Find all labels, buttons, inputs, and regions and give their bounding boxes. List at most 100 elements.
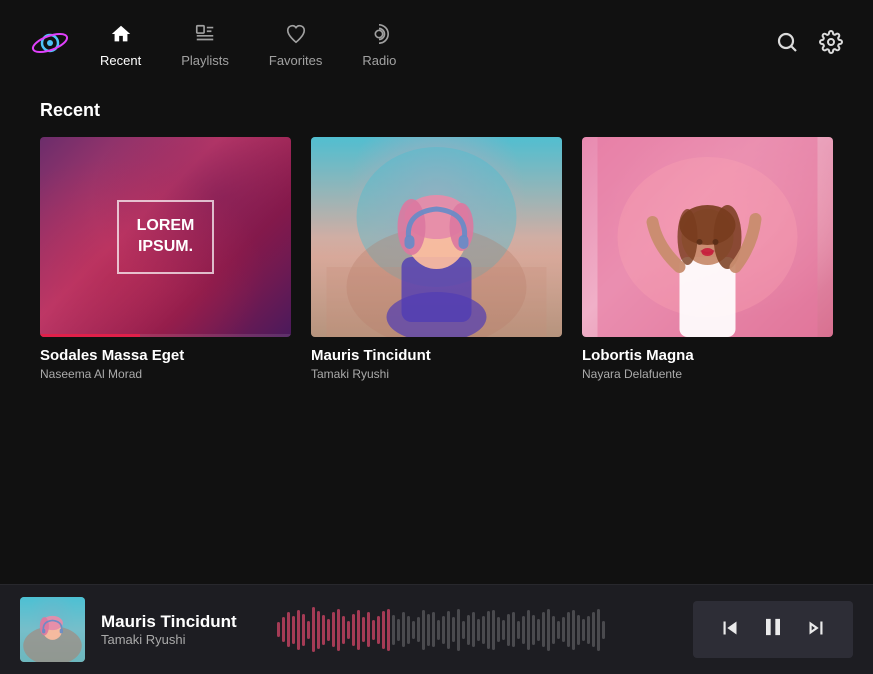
nav-item-playlists[interactable]: Playlists: [181, 23, 229, 68]
waveform-bar-9: [322, 615, 325, 645]
waveform-bar-45: [502, 620, 505, 640]
nav-right: [775, 30, 843, 60]
waveform-bar-5: [302, 614, 305, 646]
main-content: Recent LOREMIPSUM. Sodales Massa Eget Na…: [0, 90, 873, 584]
card-1-artist: Naseema Al Morad: [40, 367, 291, 381]
waveform-bar-28: [417, 617, 420, 642]
player-thumbnail: [20, 597, 85, 662]
waveform-bar-51: [532, 615, 535, 645]
app-container: Recent Playlists Favorites Radio: [0, 0, 873, 674]
waveform-bar-29: [422, 610, 425, 650]
cards-row: LOREMIPSUM. Sodales Massa Eget Naseema A…: [40, 137, 833, 381]
waveform-bar-38: [467, 615, 470, 645]
waveform-bar-25: [402, 612, 405, 647]
waveform-bar-10: [327, 619, 330, 641]
player-bar: Mauris Tincidunt Tamaki Ryushi: [0, 584, 873, 674]
waveform-bar-58: [567, 612, 570, 647]
waveform-bar-36: [457, 609, 460, 651]
search-button[interactable]: [775, 30, 799, 60]
player-info: Mauris Tincidunt Tamaki Ryushi: [101, 612, 237, 647]
nav-playlists-label: Playlists: [181, 53, 229, 68]
waveform-bar-26: [407, 616, 410, 644]
waveform-bar-42: [487, 611, 490, 649]
waveform-bar-23: [392, 615, 395, 645]
nav-item-radio[interactable]: Radio: [362, 23, 396, 68]
nav-radio-label: Radio: [362, 53, 396, 68]
playlists-icon: [194, 23, 216, 49]
nav-item-recent[interactable]: Recent: [100, 23, 141, 68]
next-button[interactable]: [803, 615, 829, 645]
card-2-image: [311, 137, 562, 337]
progress-line: [40, 334, 291, 337]
waveform-bar-11: [332, 612, 335, 647]
card-2[interactable]: Mauris Tincidunt Tamaki Ryushi: [311, 137, 562, 381]
waveform-bar-55: [552, 616, 555, 644]
player-track-artist: Tamaki Ryushi: [101, 632, 237, 647]
card-3-artist: Nayara Delafuente: [582, 367, 833, 381]
nav-item-favorites[interactable]: Favorites: [269, 23, 322, 68]
settings-button[interactable]: [819, 30, 843, 60]
waveform-bar-39: [472, 612, 475, 647]
waveform-bar-32: [437, 620, 440, 640]
waveform-bar-59: [572, 610, 575, 650]
logo: [30, 23, 70, 68]
home-icon: [110, 23, 132, 49]
card-1-title: Sodales Massa Eget: [40, 347, 291, 364]
section-title: Recent: [40, 100, 833, 121]
waveform-bar-37: [462, 621, 465, 639]
prev-button[interactable]: [717, 615, 743, 645]
pause-button[interactable]: [759, 613, 787, 646]
waveform-bar-4: [297, 610, 300, 650]
player-track-title: Mauris Tincidunt: [101, 612, 237, 632]
waveform-bars: [277, 605, 673, 655]
radio-icon: [368, 23, 390, 49]
card-3[interactable]: Lobortis Magna Nayara Delafuente: [582, 137, 833, 381]
lorem-ipsum-box: LOREMIPSUM.: [117, 200, 215, 274]
waveform-bar-6: [307, 621, 310, 639]
waveform-bar-34: [447, 611, 450, 649]
waveform-bar-57: [562, 617, 565, 642]
waveform-bar-56: [557, 621, 560, 639]
waveform-bar-1: [282, 617, 285, 642]
waveform-bar-60: [577, 615, 580, 645]
waveform-bar-21: [382, 611, 385, 649]
waveform-bar-7: [312, 607, 315, 652]
waveform-bar-62: [587, 616, 590, 644]
top-nav: Recent Playlists Favorites Radio: [0, 0, 873, 90]
lorem-text: LOREMIPSUM.: [137, 216, 195, 258]
waveform-bar-44: [497, 617, 500, 642]
nav-recent-label: Recent: [100, 53, 141, 68]
waveform-bar-24: [397, 619, 400, 641]
nav-favorites-label: Favorites: [269, 53, 322, 68]
waveform-bar-50: [527, 610, 530, 650]
waveform-bar-30: [427, 614, 430, 646]
waveform-bar-3: [292, 616, 295, 644]
waveform-bar-13: [342, 616, 345, 644]
waveform-bar-35: [452, 617, 455, 642]
waveform-bar-49: [522, 616, 525, 644]
card-3-artwork: [582, 137, 833, 337]
player-controls: [693, 601, 853, 658]
waveform-bar-53: [542, 612, 545, 647]
waveform-bar-17: [362, 617, 365, 642]
card-3-image: [582, 137, 833, 337]
waveform-bar-19: [372, 620, 375, 640]
waveform-bar-63: [592, 612, 595, 647]
card-1-artwork: LOREMIPSUM.: [40, 137, 291, 337]
nav-items: Recent Playlists Favorites Radio: [100, 23, 775, 68]
card-1[interactable]: LOREMIPSUM. Sodales Massa Eget Naseema A…: [40, 137, 291, 381]
card-2-artist: Tamaki Ryushi: [311, 367, 562, 381]
waveform-bar-52: [537, 619, 540, 641]
waveform-bar-27: [412, 621, 415, 639]
waveform-bar-61: [582, 619, 585, 641]
favorites-icon: [285, 23, 307, 49]
waveform-bar-40: [477, 619, 480, 641]
progress-fill: [40, 334, 140, 337]
card-2-title: Mauris Tincidunt: [311, 347, 562, 364]
waveform-bar-47: [512, 612, 515, 647]
waveform-bar-54: [547, 609, 550, 651]
player-waveform[interactable]: [277, 605, 673, 655]
waveform-bar-20: [377, 616, 380, 644]
waveform-bar-48: [517, 621, 520, 639]
waveform-bar-14: [347, 621, 350, 639]
